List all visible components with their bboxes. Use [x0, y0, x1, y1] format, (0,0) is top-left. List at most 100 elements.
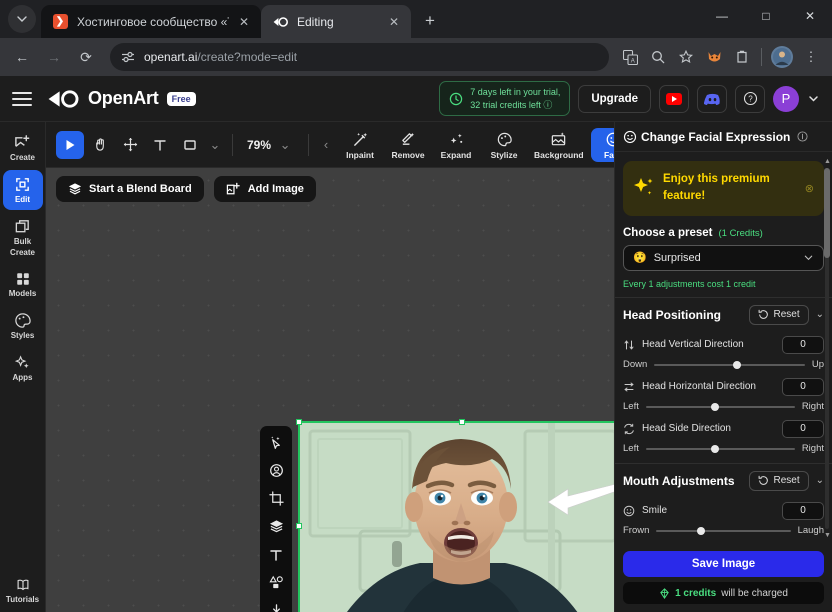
resize-handle-middle-left[interactable]: [296, 522, 302, 529]
control-value[interactable]: 0: [782, 501, 824, 520]
slider-head-horizontal[interactable]: Left Right: [623, 401, 824, 413]
scrollbar-thumb[interactable]: [824, 168, 830, 258]
slider-knob[interactable]: [732, 360, 741, 369]
group-title: Head Positioning: [623, 307, 722, 322]
download-icon[interactable]: [265, 601, 287, 612]
crop-icon[interactable]: [265, 489, 287, 508]
slider-track[interactable]: [645, 443, 795, 455]
sidebar-item-create[interactable]: Create: [3, 128, 43, 168]
preset-select[interactable]: 😲 Surprised: [623, 244, 824, 271]
sidebar-item-styles[interactable]: Styles: [3, 306, 43, 346]
profile-avatar-icon[interactable]: [771, 46, 793, 68]
shapes-icon[interactable]: [265, 573, 287, 592]
face-target-icon[interactable]: [265, 461, 287, 480]
panel-scrollbar[interactable]: ▲ ▼: [824, 158, 831, 539]
slider-head-vertical[interactable]: Down Up: [623, 359, 824, 371]
trial-status-badge[interactable]: 7 days left in your trial, 32 trial cred…: [439, 81, 571, 116]
maximize-icon[interactable]: □: [744, 0, 788, 32]
scroll-up-arrow-icon[interactable]: ▲: [824, 158, 831, 165]
resize-handle-top-left[interactable]: [296, 419, 302, 425]
close-window-icon[interactable]: ✕: [788, 0, 832, 32]
menu-hamburger-icon[interactable]: [12, 91, 32, 106]
control-value[interactable]: 0: [782, 419, 824, 438]
slider-track[interactable]: [656, 525, 791, 537]
translate-icon[interactable]: A: [617, 44, 643, 70]
help-button[interactable]: ?: [735, 84, 765, 113]
discord-button[interactable]: [697, 84, 727, 113]
slider-knob[interactable]: [711, 402, 720, 411]
info-icon[interactable]: [797, 131, 808, 142]
slider-track[interactable]: [645, 401, 795, 413]
zoom-control[interactable]: 79% ⌄: [241, 137, 300, 153]
chevron-down-icon[interactable]: ⌄: [276, 137, 294, 153]
tab-expand[interactable]: Expand: [433, 128, 479, 162]
slider-knob[interactable]: [696, 526, 705, 535]
close-icon[interactable]: ✕: [235, 13, 253, 31]
slider-knob[interactable]: [711, 444, 720, 453]
resize-handle-top-middle[interactable]: [458, 419, 465, 425]
new-tab-button[interactable]: +: [417, 8, 443, 34]
move-tool-button[interactable]: [116, 131, 144, 159]
slider-smile[interactable]: Frown Laugh: [623, 525, 824, 537]
back-icon[interactable]: ←: [8, 43, 36, 71]
sidebar-item-models[interactable]: Models: [3, 265, 43, 304]
shape-dropdown-chevron-icon[interactable]: ⌄: [206, 137, 224, 153]
bookmark-star-icon[interactable]: [673, 44, 699, 70]
sidebar-item-edit[interactable]: Edit: [2, 169, 43, 210]
sidebar-item-apps[interactable]: Apps: [3, 348, 43, 388]
text-tool-button[interactable]: [146, 131, 174, 159]
select-sparkle-icon[interactable]: [265, 433, 287, 452]
reset-button[interactable]: Reset: [749, 304, 809, 325]
hand-tool-button[interactable]: [86, 131, 114, 159]
chevron-down-icon[interactable]: ⌄: [816, 475, 824, 486]
shape-tool-button[interactable]: [176, 131, 204, 159]
sidebar-item-tutorials[interactable]: Tutorials: [3, 571, 43, 610]
slider-track[interactable]: [654, 359, 805, 371]
brand-name: OpenArt: [88, 88, 159, 108]
scroll-down-arrow-icon[interactable]: ▼: [824, 532, 831, 539]
close-icon[interactable]: ✕: [385, 13, 403, 31]
youtube-button[interactable]: [659, 84, 689, 113]
layers-icon[interactable]: [265, 517, 287, 536]
add-image-button[interactable]: Add Image: [213, 176, 316, 202]
close-icon[interactable]: ⊗: [805, 182, 814, 195]
save-image-button[interactable]: Save Image: [623, 551, 824, 577]
chevron-down-icon[interactable]: [803, 252, 814, 263]
browser-tab-editing[interactable]: Editing ✕: [261, 5, 411, 38]
address-bar[interactable]: openart.ai/create?mode=edit: [110, 43, 609, 71]
minimize-icon[interactable]: —: [700, 0, 744, 32]
svg-text:?: ?: [748, 95, 753, 104]
chevron-down-icon[interactable]: [807, 92, 820, 105]
panel-scroll-area[interactable]: Enjoy this premium feature! ⊗ Choose a p…: [615, 152, 832, 545]
control-value[interactable]: 0: [782, 335, 824, 354]
start-blend-board-button[interactable]: Start a Blend Board: [56, 176, 204, 202]
avatar[interactable]: P: [773, 85, 799, 112]
extensions-icon[interactable]: [729, 44, 755, 70]
tab-remove[interactable]: Remove: [385, 128, 431, 162]
select-tool-button[interactable]: [56, 130, 84, 159]
editor-canvas[interactable]: Start a Blend Board Add Image: [46, 168, 614, 612]
brand-logo[interactable]: OpenArt Free: [46, 88, 196, 109]
fox-extension-icon[interactable]: [701, 44, 727, 70]
slider-head-side[interactable]: Left Right: [623, 443, 824, 455]
cost-note: Every 1 adjustments cost 1 credit: [623, 278, 756, 289]
forward-icon[interactable]: →: [40, 43, 68, 71]
browser-tab-hosting[interactable]: ❯ Хостинговое сообщество «Tim ✕: [41, 5, 261, 38]
tab-inpaint[interactable]: Inpaint: [337, 128, 383, 162]
clock-icon: [450, 92, 463, 105]
tab-face[interactable]: Face: [590, 127, 614, 162]
tab-background[interactable]: Background: [529, 128, 589, 162]
upgrade-button[interactable]: Upgrade: [578, 84, 651, 113]
text-icon[interactable]: [265, 545, 287, 564]
reset-button[interactable]: Reset: [749, 470, 809, 491]
sidebar-item-bulk-create[interactable]: Bulk Create: [3, 212, 43, 264]
chevron-down-icon[interactable]: ⌄: [816, 309, 824, 320]
more-menu-icon[interactable]: ⋮: [798, 44, 824, 70]
search-icon[interactable]: [645, 44, 671, 70]
control-value[interactable]: 0: [782, 377, 824, 396]
reload-icon[interactable]: ⟳: [72, 43, 100, 71]
site-settings-icon[interactable]: [120, 49, 136, 65]
tab-search-button[interactable]: [8, 5, 36, 33]
tab-stylize[interactable]: Stylize: [481, 128, 527, 162]
tools-scroll-left-icon[interactable]: ‹: [317, 137, 335, 152]
